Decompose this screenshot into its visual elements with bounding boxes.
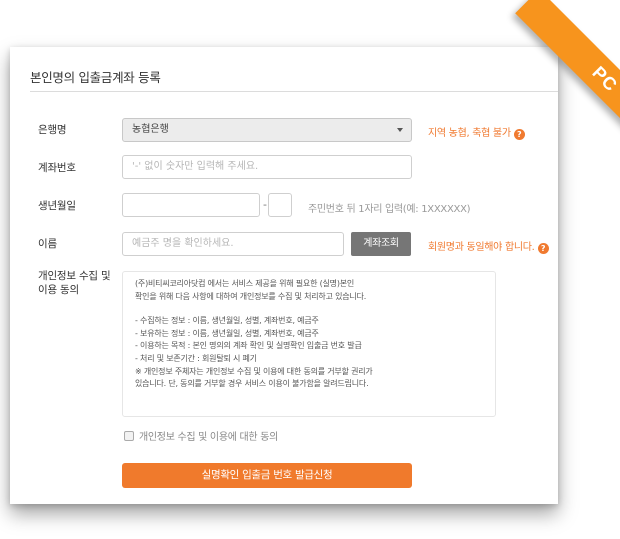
- page-title: 본인명의 입출금계좌 등록: [30, 70, 161, 85]
- privacy-label: 개인정보 수집 및 이용 동의: [38, 269, 111, 297]
- terms-spacer: [135, 303, 483, 315]
- birth-date-input[interactable]: [122, 193, 260, 217]
- name-note: 회원명과 동일해야 합니다.?: [428, 238, 549, 254]
- birth-date-label: 생년월일: [38, 200, 76, 212]
- account-number-input[interactable]: '-' 없이 숫자만 입력해 주세요.: [122, 155, 412, 179]
- privacy-agree-checkbox[interactable]: [124, 431, 134, 441]
- help-icon[interactable]: ?: [537, 243, 549, 254]
- bank-selected-value: 농협은행: [132, 124, 169, 135]
- terms-list-item: - 처리 및 보존기간 : 회원탈퇴 시 폐기: [135, 353, 257, 363]
- submit-button[interactable]: 실명확인 입출금 번호 발급신청: [122, 463, 412, 488]
- account-number-label: 계좌번호: [38, 162, 76, 174]
- help-icon[interactable]: ?: [513, 129, 525, 140]
- privacy-agree-row[interactable]: 개인정보 수집 및 이용에 대한 동의: [124, 431, 278, 444]
- chevron-down-icon: [397, 128, 403, 132]
- privacy-label-line2: 이용 동의: [38, 284, 79, 296]
- terms-list-item: ※ 개인정보 주체자는 개인정보 수집 및 이용에 대한 동의를 거부할 권리가: [135, 366, 373, 376]
- privacy-label-line1: 개인정보 수집 및: [38, 270, 111, 282]
- privacy-agree-label[interactable]: 개인정보 수집 및 이용에 대한 동의: [139, 432, 278, 443]
- terms-list-item: - 이용하는 목적 : 본인 명의의 계좌 확인 및 실명확인 입출금 번호 발…: [135, 341, 362, 351]
- birth-date-dash: -: [263, 198, 267, 211]
- gender-digit-input[interactable]: [268, 193, 292, 217]
- terms-intro-line: 확인을 위해 다음 사항에 대하여 개인정보를 수집 및 처리하고 있습니다.: [135, 291, 367, 301]
- bank-label: 은행명: [38, 124, 67, 136]
- account-holder-name-input[interactable]: 예금주 명을 확인하세요.: [122, 232, 344, 256]
- birth-date-note: 주민번호 뒤 1자리 입력(예: 1XXXXXX): [308, 204, 471, 215]
- account-number-placeholder: '-' 없이 숫자만 입력해 주세요.: [132, 161, 259, 172]
- account-holder-placeholder: 예금주 명을 확인하세요.: [132, 238, 234, 249]
- name-note-text: 회원명과 동일해야 합니다.: [428, 242, 535, 253]
- title-divider: [30, 91, 558, 92]
- account-registration-card: 본인명의 입출금계좌 등록 은행명 농협은행 지역 농협, 축협 불가? 계좌번…: [10, 47, 558, 504]
- verify-account-button[interactable]: 계좌조회: [351, 232, 411, 256]
- terms-list-item: - 보유하는 정보 : 이름, 생년월일, 성별, 계좌번호, 예금주: [135, 328, 319, 338]
- name-label: 이름: [38, 238, 57, 250]
- terms-intro-line: (주)비티씨코리아닷컴 에서는 서비스 제공을 위해 필요한 (실명)본인: [135, 279, 355, 288]
- bank-note-text: 지역 농협, 축협 불가: [428, 128, 511, 139]
- screenshot-stage: 본인명의 입출금계좌 등록 은행명 농협은행 지역 농협, 축협 불가? 계좌번…: [0, 0, 620, 539]
- terms-list-item: - 수집하는 정보 : 이름, 생년월일, 성별, 계좌번호, 예금주: [135, 316, 319, 326]
- bank-note: 지역 농협, 축협 불가?: [428, 124, 525, 140]
- terms-list-item: 있습니다. 단, 동의를 거부할 경우 서비스 이용이 불가함을 알려드립니다.: [135, 379, 369, 389]
- privacy-terms-box: (주)비티씨코리아닷컴 에서는 서비스 제공을 위해 필요한 (실명)본인 확인…: [122, 271, 496, 417]
- bank-select[interactable]: 농협은행: [122, 118, 412, 142]
